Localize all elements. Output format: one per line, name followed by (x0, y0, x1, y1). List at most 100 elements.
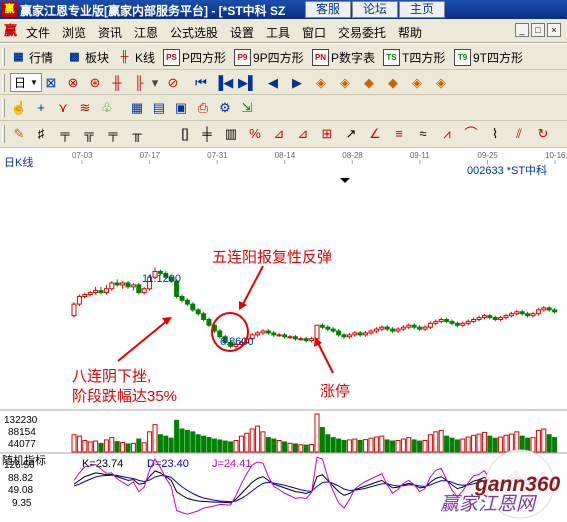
pointer-icon[interactable]: ☝ (10, 99, 28, 117)
trend-line-icon[interactable]: ⋎ (54, 99, 72, 117)
volume-bar (217, 439, 223, 453)
candle (325, 326, 331, 330)
arc-icon[interactable]: ⌒ (462, 125, 480, 143)
fib-icon[interactable]: ♧ (98, 99, 116, 117)
speed-icon[interactable]: ⌇ (486, 125, 504, 143)
restore-icon[interactable]: □ (531, 23, 545, 37)
9p-square-button[interactable]: P9 9P四方形 (234, 47, 304, 67)
menu-gann[interactable]: 江恩 (134, 24, 158, 41)
app-menu-logo-icon[interactable]: 赢 (4, 23, 20, 39)
volume-bar (168, 437, 174, 453)
kline-button[interactable]: ╫ K线 (116, 47, 155, 67)
customer-service-button[interactable]: 客服 (305, 1, 351, 18)
close-icon[interactable]: × (547, 23, 561, 37)
volume-bar (465, 436, 471, 453)
grid2-icon[interactable]: ⊞ (318, 125, 336, 143)
menu-tools[interactable]: 工具 (266, 24, 290, 41)
pen-icon[interactable]: ✎ (10, 125, 28, 143)
candle (303, 338, 309, 342)
comb2-icon[interactable]: ╦ (80, 125, 98, 143)
export-icon[interactable]: ⇲ (238, 99, 256, 117)
volume-bar (120, 442, 126, 453)
9t-square-button[interactable]: T9 9T四方形 (454, 47, 523, 67)
crosshair-icon[interactable]: + (32, 99, 50, 117)
sector-button[interactable]: ▩ 板块 (66, 47, 109, 67)
volume-bar (141, 442, 147, 453)
p-number-table-button[interactable]: PN P数字表 (312, 47, 375, 67)
volume-bar (400, 438, 406, 453)
menu-help[interactable]: 帮助 (398, 24, 422, 41)
bracket-icon[interactable]: [] (176, 125, 194, 143)
cycle-icon[interactable]: ≋ (76, 99, 94, 117)
divide-icon[interactable]: ╪ (198, 125, 216, 143)
annot-arrow-rebound (241, 265, 264, 307)
settings-icon[interactable]: ⚙ (216, 99, 234, 117)
percent-icon[interactable]: % (246, 125, 264, 143)
homepage-button[interactable]: 主页 (399, 1, 445, 18)
nav-next-icon[interactable]: ▶ (288, 74, 306, 92)
formula-icon[interactable]: ⊘ (164, 74, 182, 92)
arrow-right-diamond-icon[interactable]: ◈ (336, 74, 354, 92)
small-arrow-icon[interactable]: ▾ (146, 74, 164, 92)
kline-chart-area[interactable]: 07-03 07-17 07-31 08-14 08-28 09-11 09-25 10-16… (0, 148, 567, 519)
bars-icon[interactable]: ▥ (222, 125, 240, 143)
nav-last-icon[interactable]: ▶▌ (238, 74, 257, 92)
ladder-icon[interactable]: ≡ (390, 125, 408, 143)
nav-first-icon[interactable]: ⏮ (192, 74, 210, 92)
quote-button[interactable]: ▦ 行情 (10, 47, 53, 67)
spiral-icon[interactable]: ↻ (534, 125, 552, 143)
menu-file[interactable]: 文件 (26, 24, 50, 41)
comb3-icon[interactable]: ╤ (104, 125, 122, 143)
p-square-button[interactable]: PS P四方形 (163, 47, 226, 67)
add-indicator-icon[interactable]: ╫ (108, 74, 126, 92)
arrow-down-diamond-icon[interactable]: ◆ (384, 74, 402, 92)
stock-code: 002633 *ST中科 (467, 163, 547, 177)
volume-bar (163, 435, 169, 453)
volume-bar (503, 434, 509, 453)
channel-icon[interactable]: ⫽ (510, 125, 528, 143)
overlay-icon[interactable]: ⊗ (64, 74, 82, 92)
hash-grid-icon[interactable]: ♯ (32, 125, 50, 143)
forum-button[interactable]: 论坛 (352, 1, 398, 18)
print-icon[interactable]: ⎙ (194, 99, 212, 117)
annot-arrow-decline (117, 319, 169, 362)
candle (206, 318, 212, 326)
image-icon[interactable]: ▣ (172, 99, 190, 117)
menu-news[interactable]: 资讯 (98, 24, 122, 41)
menu-settings[interactable]: 设置 (230, 24, 254, 41)
kline-chart[interactable]: 07-03 07-17 07-31 08-14 08-28 09-11 09-25 10-16… (0, 148, 567, 519)
volume-bar (492, 437, 498, 453)
table-icon[interactable]: ▤ (150, 99, 168, 117)
arrow-icon[interactable]: ↗ (342, 125, 360, 143)
angle-icon[interactable]: ∠ (366, 125, 384, 143)
t-square-button[interactable]: TS T四方形 (383, 47, 445, 67)
select-stock-icon[interactable]: ⊠ (42, 74, 60, 92)
gann-fan-icon[interactable]: ⊿ (294, 125, 312, 143)
arrow-left-diamond-icon[interactable]: ◈ (312, 74, 330, 92)
menu-trade[interactable]: 交易委托 (338, 24, 386, 41)
fan-icon[interactable]: ⊿ (270, 125, 288, 143)
volume-bar (427, 434, 433, 453)
zigzag-icon[interactable]: ⩘ (438, 125, 456, 143)
menu-browse[interactable]: 浏览 (62, 24, 86, 41)
candle (487, 315, 493, 319)
nav-prev-icon[interactable]: ◀ (264, 74, 282, 92)
zoom-out-diamond-icon[interactable]: ◈ (432, 74, 450, 92)
minimize-icon[interactable]: _ (515, 23, 529, 37)
blocks-icon: ▩ (69, 50, 80, 63)
comb4-icon[interactable]: ╥ (128, 125, 146, 143)
arrow-up-diamond-icon[interactable]: ◆ (360, 74, 378, 92)
candle (476, 317, 482, 320)
zoom-in-diamond-icon[interactable]: ◈ (408, 74, 426, 92)
period-select[interactable]: 日 ▼ (10, 73, 42, 92)
nav-first2-icon[interactable]: ▐◀ (214, 74, 233, 92)
compare-icon[interactable]: ⊛ (86, 74, 104, 92)
candle (530, 313, 536, 317)
menu-window[interactable]: 窗口 (302, 24, 326, 41)
calendar-icon[interactable]: ▦ (128, 99, 146, 117)
comb-icon[interactable]: ╤ (56, 125, 74, 143)
wave-icon[interactable]: ≈ (414, 125, 432, 143)
menu-formula-select[interactable]: 公式选股 (170, 24, 218, 41)
volume-bar (276, 439, 282, 453)
candle (114, 282, 120, 286)
